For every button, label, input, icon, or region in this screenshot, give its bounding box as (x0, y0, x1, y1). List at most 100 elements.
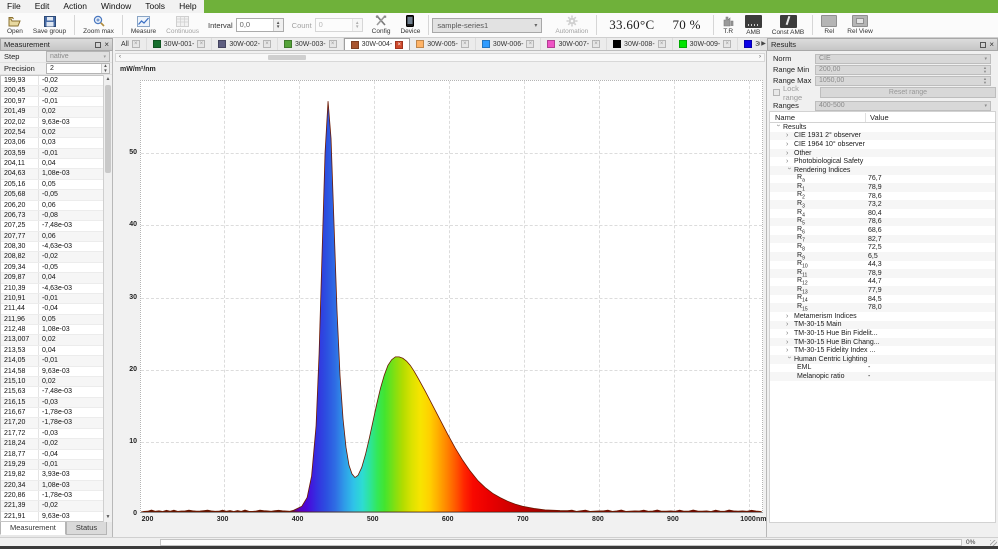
open-button[interactable]: Open (2, 13, 28, 37)
table-row[interactable]: 215,63-7,48e-03 (1, 387, 103, 397)
interval-value[interactable]: 0,0 (237, 19, 273, 31)
table-row[interactable]: 213,0070,02 (1, 335, 103, 345)
table-row[interactable]: 207,770,06 (1, 232, 103, 242)
const-amb-button[interactable]: Const AMB (767, 13, 810, 37)
range-min-spinbox[interactable]: 200,00 ▲▼ (815, 65, 991, 75)
device-button[interactable]: Device (395, 13, 425, 37)
menu-tools[interactable]: Tools (138, 0, 172, 13)
table-row[interactable]: 208,82-0,02 (1, 252, 103, 262)
series-tab-30w003[interactable]: 30W-003-× (278, 38, 344, 50)
spin-arrows-icon[interactable]: ▲▼ (983, 66, 987, 74)
scroll-right-icon[interactable]: › (756, 54, 764, 61)
interval-spin-arrows[interactable]: ▲▼ (273, 19, 283, 31)
series-close-checkbox[interactable]: × (395, 41, 403, 49)
table-row[interactable]: 210,39-4,63e-03 (1, 284, 103, 294)
count-spin-arrows[interactable]: ▲▼ (352, 19, 362, 31)
chevron-collapsed-icon[interactable]: › (786, 321, 794, 328)
scroll-left-icon[interactable]: ‹ (116, 54, 124, 61)
precision-spinbox[interactable]: 2 ▲▼ (46, 63, 110, 74)
table-row[interactable]: 213,530,04 (1, 346, 103, 356)
menu-help[interactable]: Help (172, 0, 203, 13)
count-value[interactable]: 0 (316, 19, 352, 31)
rel-button[interactable]: Rel (816, 13, 842, 37)
series-close-checkbox[interactable]: × (658, 40, 666, 48)
table-row[interactable]: 221,919,63e-03 (1, 512, 103, 522)
tab-status[interactable]: Status (66, 522, 107, 535)
table-row[interactable]: 219,823,93e-03 (1, 470, 103, 480)
table-row[interactable]: 216,15-0,03 (1, 398, 103, 408)
scroll-up-icon[interactable]: ▲ (104, 75, 112, 84)
series-close-checkbox[interactable]: × (263, 40, 271, 48)
measure-button[interactable]: Measure (126, 13, 161, 37)
table-row[interactable]: 204,110,04 (1, 159, 103, 169)
interval-spinbox[interactable]: 0,0 ▲▼ (236, 18, 284, 32)
continuous-button[interactable]: Continuous (161, 13, 204, 37)
table-row[interactable]: 209,870,04 (1, 273, 103, 283)
precision-spin-arrows[interactable]: ▲▼ (101, 64, 109, 73)
table-row[interactable]: 221,39-0,02 (1, 501, 103, 511)
lock-range-checkbox[interactable] (773, 89, 780, 96)
series-close-checkbox[interactable]: × (592, 40, 600, 48)
sample-series-select[interactable]: sample-series1 ▾ (432, 18, 542, 33)
menu-window[interactable]: Window (94, 0, 138, 13)
tree-branch-row[interactable]: ›TM-30-15 Hue Bin Fidelit... (770, 329, 995, 338)
table-row[interactable]: 206,73-0,08 (1, 211, 103, 221)
chevron-collapsed-icon[interactable]: › (786, 339, 794, 346)
ranges-select[interactable]: 400-500 ▾ (815, 101, 991, 111)
spectrum-plot[interactable]: 01020304050 (140, 80, 763, 513)
series-tab-all[interactable]: All× (115, 38, 147, 50)
series-tab-30w008[interactable]: 30W-008-× (607, 38, 673, 50)
table-row[interactable]: 217,72-0,03 (1, 429, 103, 439)
menu-action[interactable]: Action (56, 0, 94, 13)
tree-branch-row[interactable]: ›Metamerism Indices (770, 312, 995, 321)
series-close-checkbox[interactable]: × (329, 40, 337, 48)
chevron-collapsed-icon[interactable]: › (786, 150, 794, 157)
tree-branch-row[interactable]: ›TM-30-15 Hue Bin Chang... (770, 338, 995, 347)
table-row[interactable]: 206,200,06 (1, 201, 103, 211)
float-panel-icon[interactable] (980, 42, 986, 48)
series-tab-30w010[interactable]: 30W-010-× (738, 38, 760, 50)
amb-button[interactable]: AMB (740, 13, 767, 37)
series-tab-30w006[interactable]: 30W-006-× (476, 38, 542, 50)
table-row[interactable]: 210,91-0,01 (1, 294, 103, 304)
tree-branch-row[interactable]: ›Results (770, 123, 995, 132)
table-row[interactable]: 211,44-0,04 (1, 304, 103, 314)
tree-branch-row[interactable]: ›TM-30-15 Fidelity Index ... (770, 346, 995, 355)
chevron-collapsed-icon[interactable]: › (786, 141, 794, 148)
tree-leaf-row[interactable]: EML- (770, 364, 995, 373)
float-panel-icon[interactable] (95, 42, 101, 48)
tree-branch-row[interactable]: ›CIE 1931 2° observer (770, 132, 995, 141)
scrollbar-thumb[interactable] (268, 55, 306, 60)
table-row[interactable]: 219,29-0,01 (1, 460, 103, 470)
table-row[interactable]: 220,341,08e-03 (1, 481, 103, 491)
tree-branch-row[interactable]: ›Other (770, 149, 995, 158)
chevron-collapsed-icon[interactable]: › (786, 330, 794, 337)
table-row[interactable]: 212,481,08e-03 (1, 325, 103, 335)
menu-edit[interactable]: Edit (28, 0, 57, 13)
reset-range-button[interactable]: Reset range (820, 87, 996, 98)
tree-leaf-row[interactable]: Melanopic ratio- (770, 372, 995, 381)
series-close-checkbox[interactable]: × (461, 40, 469, 48)
tree-branch-row[interactable]: ›TM-30-15 Main (770, 321, 995, 330)
table-row[interactable]: 200,45-0,02 (1, 86, 103, 96)
measurement-table-scrollbar[interactable]: ▲ ▼ (103, 75, 112, 522)
series-close-checkbox[interactable]: × (526, 40, 534, 48)
tree-branch-row[interactable]: ›Photobiological Safety (770, 157, 995, 166)
series-scroll-right-icon[interactable]: ▶ (760, 38, 767, 51)
tab-measurement[interactable]: Measurement (0, 522, 66, 535)
step-select[interactable]: native ▾ (46, 51, 110, 62)
series-close-checkbox[interactable]: × (723, 40, 731, 48)
value-column-header[interactable]: Value (866, 113, 889, 122)
table-row[interactable]: 202,540,02 (1, 128, 103, 138)
table-row[interactable]: 199,93-0,02 (1, 76, 103, 86)
spin-down-icon[interactable]: ▼ (353, 25, 362, 30)
chevron-collapsed-icon[interactable]: › (786, 347, 794, 354)
config-button[interactable]: Config (367, 13, 396, 37)
series-close-checkbox[interactable]: × (197, 40, 205, 48)
table-row[interactable]: 218,77-0,04 (1, 450, 103, 460)
table-row[interactable]: 211,960,05 (1, 315, 103, 325)
series-tab-30w001[interactable]: 30W-001-× (147, 38, 213, 50)
table-row[interactable]: 209,34-0,05 (1, 263, 103, 273)
table-row[interactable]: 207,25-7,48e-03 (1, 221, 103, 231)
table-row[interactable]: 216,67-1,78e-03 (1, 408, 103, 418)
